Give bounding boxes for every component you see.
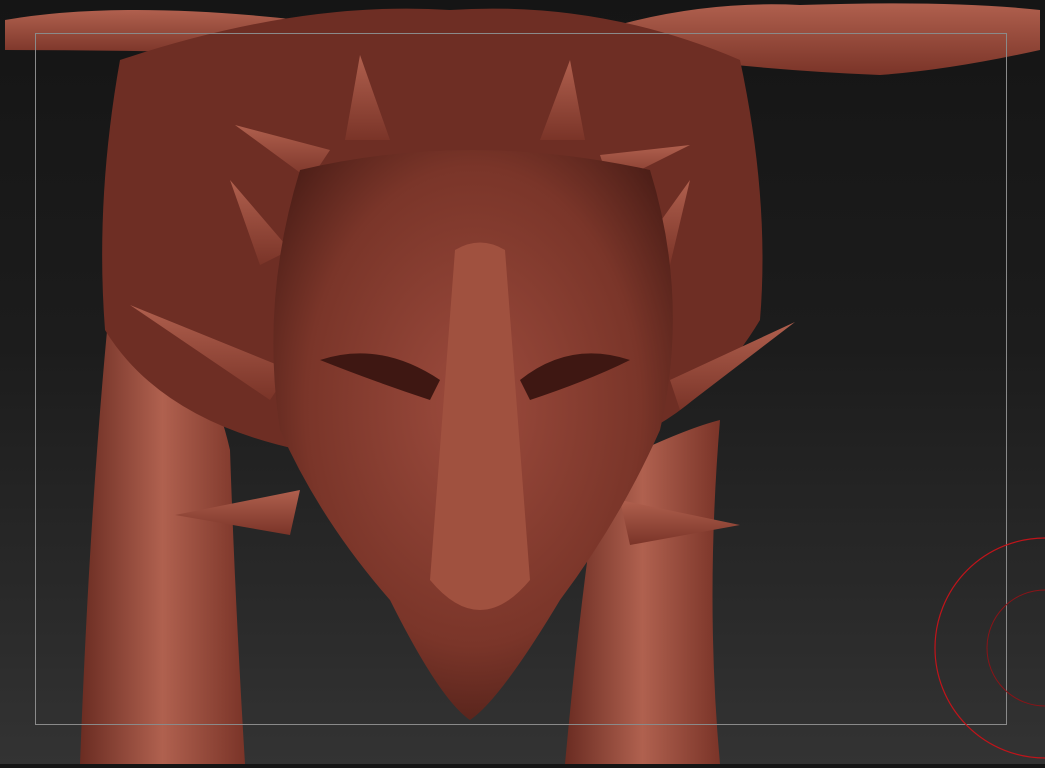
dragon-sculpt-model bbox=[5, 3, 1040, 764]
3d-viewport-canvas[interactable] bbox=[0, 0, 1045, 764]
